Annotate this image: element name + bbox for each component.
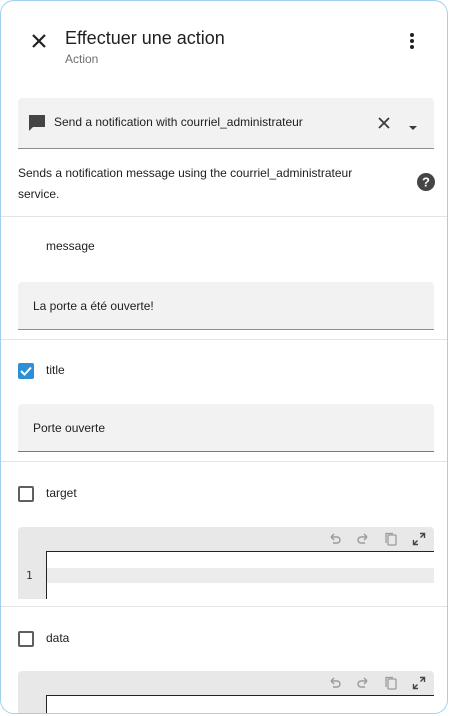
redo-icon[interactable] — [356, 676, 370, 690]
dropdown-arrow-icon[interactable] — [408, 119, 418, 130]
code-gutter — [18, 695, 46, 713]
code-editor-area[interactable] — [46, 551, 434, 599]
message-input[interactable] — [18, 282, 434, 329]
message-label: message — [46, 239, 95, 253]
help-icon[interactable]: ? — [417, 173, 435, 191]
divider — [1, 339, 447, 340]
title-input[interactable] — [18, 404, 434, 451]
title-field[interactable] — [18, 404, 434, 452]
fullscreen-icon[interactable] — [412, 676, 426, 690]
fullscreen-icon[interactable] — [412, 532, 426, 546]
action-dialog: Effectuer une action Action Send a notif… — [0, 0, 448, 714]
copy-icon[interactable] — [384, 676, 398, 690]
target-code-editor[interactable]: 1 — [18, 527, 434, 599]
dialog-title: Effectuer une action — [65, 28, 225, 48]
close-icon[interactable] — [25, 29, 53, 53]
undo-icon[interactable] — [328, 532, 342, 546]
target-checkbox[interactable] — [18, 486, 34, 502]
code-toolbar — [18, 671, 434, 695]
copy-icon[interactable] — [384, 532, 398, 546]
dialog-subtitle: Action — [65, 52, 99, 66]
service-picker-value: Send a notification with courriel_admini… — [54, 115, 303, 129]
kebab-menu-icon[interactable] — [405, 31, 419, 51]
target-label: target — [46, 486, 77, 500]
chat-bubble-icon — [27, 113, 47, 133]
dialog-header: Effectuer une action Action — [1, 1, 447, 81]
divider — [1, 216, 447, 217]
title-label: title — [46, 363, 65, 377]
undo-icon[interactable] — [328, 676, 342, 690]
data-checkbox[interactable] — [18, 631, 34, 647]
svg-text:?: ? — [422, 175, 430, 190]
code-toolbar — [18, 527, 434, 551]
line-number: 1 — [26, 569, 33, 582]
code-editor-area[interactable] — [46, 695, 434, 713]
data-code-editor[interactable] — [18, 671, 434, 713]
data-label: data — [46, 631, 70, 645]
title-checkbox[interactable] — [18, 363, 34, 379]
divider — [1, 461, 447, 462]
redo-icon[interactable] — [356, 532, 370, 546]
active-line — [47, 568, 434, 583]
message-field[interactable] — [18, 282, 434, 330]
divider — [1, 606, 447, 607]
service-description: Sends a notification message using the c… — [18, 166, 353, 201]
clear-icon[interactable] — [376, 115, 392, 131]
service-picker[interactable]: Send a notification with courriel_admini… — [18, 98, 434, 149]
